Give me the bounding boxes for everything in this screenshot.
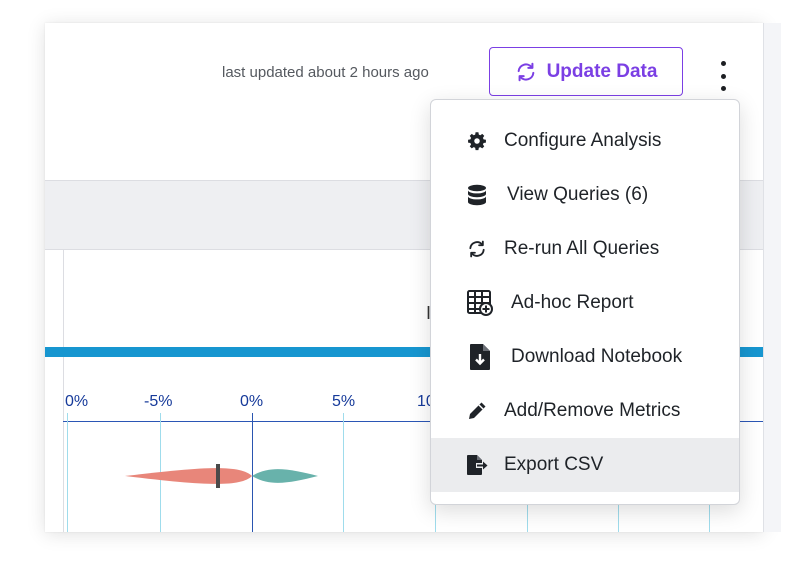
options-dropdown-menu: Configure Analysis View Queries (6) Re-r…	[430, 99, 740, 505]
menu-item-label: Configure Analysis	[504, 130, 662, 151]
menu-item-label: Export CSV	[504, 454, 604, 475]
menu-item-configure-analysis[interactable]: Configure Analysis	[431, 114, 739, 168]
more-options-icon[interactable]	[711, 61, 735, 91]
pencil-icon	[467, 401, 487, 421]
menu-item-export-csv[interactable]: Export CSV	[431, 438, 739, 492]
menu-item-view-queries[interactable]: View Queries (6)	[431, 168, 739, 222]
gear-icon	[467, 131, 487, 151]
menu-item-label: Ad-hoc Report	[511, 292, 634, 313]
refresh-icon	[467, 239, 487, 259]
axis-tick-label: 0%	[240, 393, 264, 410]
file-export-icon	[466, 454, 488, 476]
menu-item-download-notebook[interactable]: Download Notebook	[431, 330, 739, 384]
grid-line	[343, 413, 344, 532]
table-add-icon	[466, 289, 494, 317]
column-divider	[63, 249, 64, 532]
violin-positive-half	[252, 469, 318, 483]
update-data-label: Update Data	[546, 60, 658, 82]
axis-tick-label: -5%	[144, 393, 173, 410]
menu-item-rerun-queries[interactable]: Re-run All Queries	[431, 222, 739, 276]
axis-tick-label: 0%	[65, 393, 89, 410]
menu-item-label: Add/Remove Metrics	[504, 400, 681, 421]
refresh-icon	[517, 62, 534, 81]
menu-item-add-remove-metrics[interactable]: Add/Remove Metrics	[431, 384, 739, 438]
violin-median-marker	[216, 464, 220, 488]
scrollbar-track[interactable]	[763, 23, 781, 532]
update-data-button[interactable]: Update Data	[489, 47, 683, 96]
menu-item-label: Re-run All Queries	[504, 238, 660, 259]
grid-line	[67, 413, 68, 532]
last-updated-text: last updated about 2 hours ago	[222, 64, 429, 81]
menu-item-label: View Queries (6)	[507, 184, 649, 205]
axis-tick-label: 5%	[332, 393, 356, 410]
menu-item-label: Download Notebook	[511, 346, 683, 367]
menu-item-adhoc-report[interactable]: Ad-hoc Report	[431, 276, 739, 330]
file-download-icon	[469, 343, 491, 371]
violin-plot	[125, 464, 318, 488]
database-icon	[467, 184, 487, 206]
violin-negative-half	[125, 468, 252, 484]
